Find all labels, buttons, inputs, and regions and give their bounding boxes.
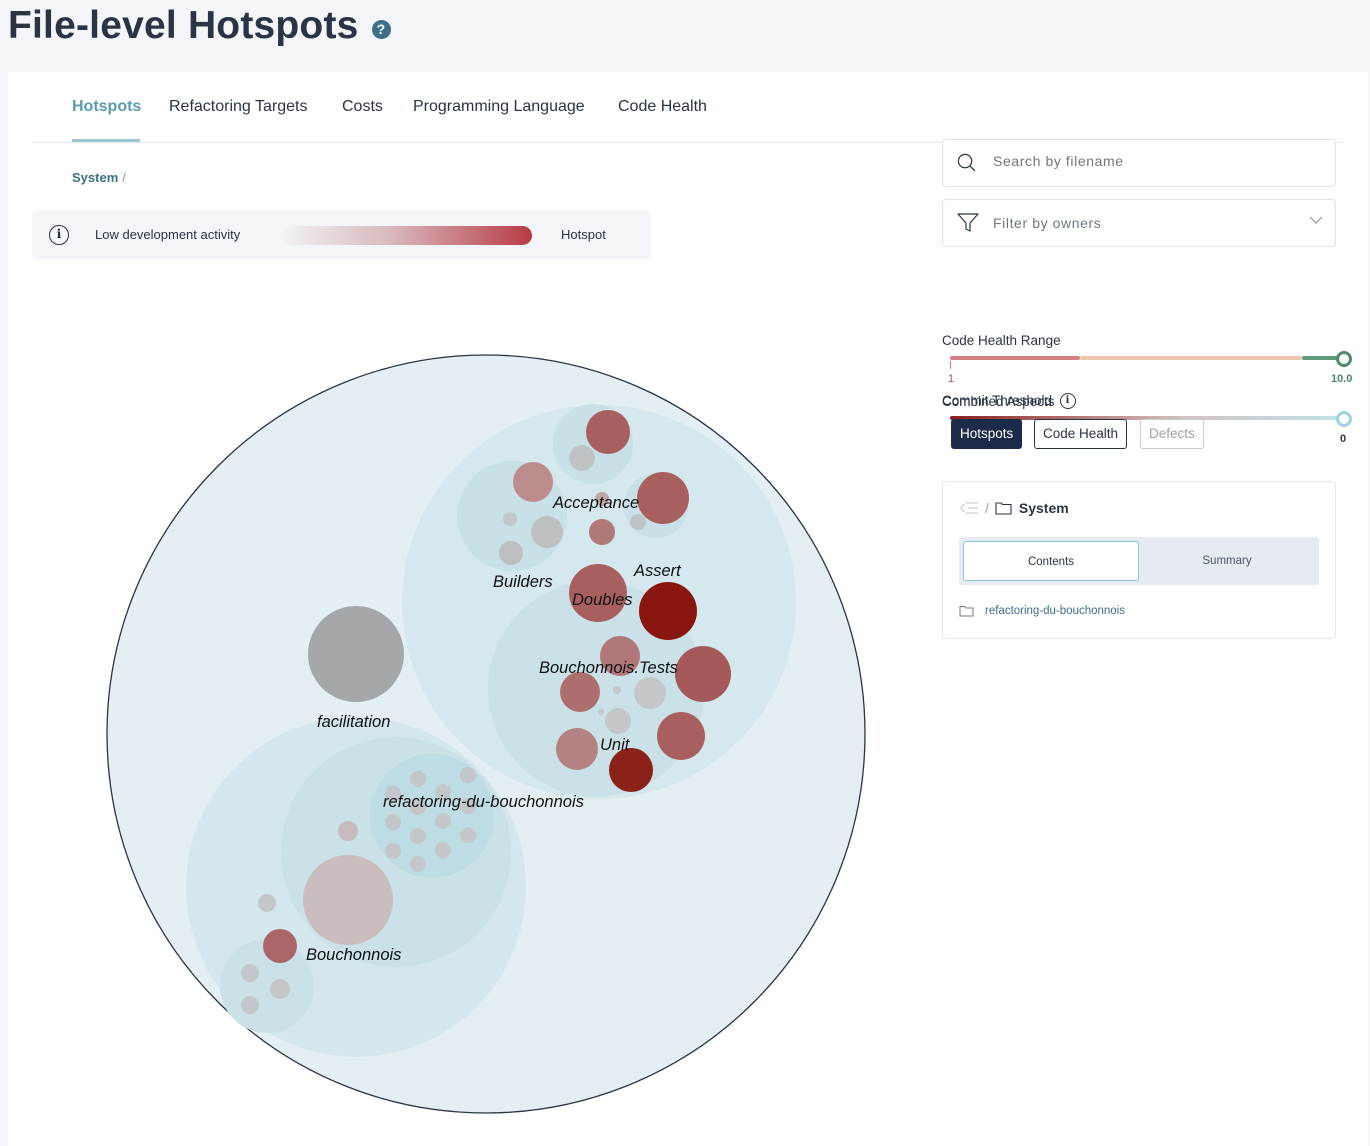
file-unit-6[interactable] xyxy=(613,686,621,694)
hotspot-legend: i Low development activity Hotspot xyxy=(32,210,651,260)
file-grid-dot[interactable] xyxy=(385,843,401,859)
code-health-track-yellow xyxy=(1080,356,1302,360)
file-bouchonnois-main[interactable] xyxy=(303,855,393,945)
file-acceptance-2[interactable] xyxy=(569,445,595,471)
tab-bar: Hotspots Refactoring Targets Costs Progr… xyxy=(32,72,1343,143)
label-root-folder: refactoring-du-bouchonnois xyxy=(383,793,584,811)
file-grid-dot[interactable] xyxy=(435,842,451,858)
legend-info-icon[interactable]: i xyxy=(49,225,69,245)
file-facilitation[interactable] xyxy=(308,606,404,702)
navigator-entry-folder[interactable]: refactoring-du-bouchonnois xyxy=(959,605,1125,617)
file-unit-7[interactable] xyxy=(598,709,604,715)
aspect-hotspots-button[interactable]: Hotspots xyxy=(951,419,1023,449)
commit-threshold-handle[interactable] xyxy=(1336,411,1352,427)
file-builders-3[interactable] xyxy=(499,541,523,565)
navigator-entry-label: refactoring-du-bouchonnois xyxy=(985,605,1126,617)
filter-icon xyxy=(957,213,979,232)
label-bouchonnois-tests: Bouchonnois.Tests xyxy=(539,659,678,677)
page-title-text: File-level Hotspots xyxy=(8,4,359,47)
tab-refactoring-targets[interactable]: Refactoring Targets xyxy=(169,98,307,116)
system-navigator: / System Contents Summary refactoring-du… xyxy=(942,481,1336,639)
tab-costs[interactable]: Costs xyxy=(342,98,383,116)
label-unit: Unit xyxy=(600,736,631,754)
file-grid-dot[interactable] xyxy=(410,771,426,787)
tab-contents[interactable]: Contents xyxy=(963,541,1139,581)
label-bouchonnois: Bouchonnois xyxy=(306,946,401,964)
navigator-view-toggle: Contents Summary xyxy=(959,537,1319,585)
code-health-track-green xyxy=(1302,356,1338,360)
file-unit-4[interactable] xyxy=(634,677,666,709)
file-unit-9[interactable] xyxy=(556,728,598,770)
label-facilitation: facilitation xyxy=(317,713,390,731)
tab-programming-language[interactable]: Programming Language xyxy=(413,98,585,116)
folder-icon xyxy=(995,502,1012,515)
label-builders: Builders xyxy=(493,573,553,591)
file-grid-dot[interactable] xyxy=(385,814,401,830)
file-grid-dot[interactable] xyxy=(410,828,426,844)
navigator-breadcrumb: / System xyxy=(959,500,1069,516)
code-health-track-red xyxy=(950,356,1080,360)
file-unit-3[interactable] xyxy=(560,672,600,712)
file-bouchonnois-e[interactable] xyxy=(241,996,259,1014)
filter-owners-select[interactable]: Filter by owners xyxy=(942,199,1336,247)
file-assert-2[interactable] xyxy=(630,514,646,530)
help-icon[interactable]: ? xyxy=(371,19,391,39)
breadcrumb: System / xyxy=(72,170,126,185)
commit-threshold-value: 0 xyxy=(1340,433,1347,445)
breadcrumb-system[interactable]: System xyxy=(72,170,118,185)
navigator-current-folder: System xyxy=(1018,500,1069,516)
code-health-range-label: Code Health Range xyxy=(942,333,1061,348)
file-builders-1[interactable] xyxy=(513,462,553,502)
file-tests-hot[interactable] xyxy=(639,582,697,640)
combined-aspects-label: Combined Aspects xyxy=(942,393,1055,409)
file-unit-hot[interactable] xyxy=(609,748,653,792)
search-input[interactable] xyxy=(993,153,1313,169)
tab-code-health[interactable]: Code Health xyxy=(618,98,707,116)
file-unit-8[interactable] xyxy=(657,712,705,760)
legend-gradient-bar xyxy=(282,226,532,245)
file-unit-2[interactable] xyxy=(675,646,731,702)
chevron-down-icon xyxy=(1309,216,1323,224)
code-health-max-handle[interactable] xyxy=(1336,351,1352,367)
search-filename xyxy=(942,139,1336,187)
tab-hotspots[interactable]: Hotspots xyxy=(72,98,141,116)
file-grid-dot[interactable] xyxy=(435,813,451,829)
file-unit-5[interactable] xyxy=(605,708,631,734)
page-title: File-level Hotspots ? xyxy=(8,4,391,48)
folder-icon xyxy=(959,606,974,617)
file-bouchonnois-hot[interactable] xyxy=(263,929,297,963)
hotspot-circle-pack[interactable]: Acceptance Builders Assert Doubles Bouch… xyxy=(96,344,876,1124)
file-acceptance-1[interactable] xyxy=(586,410,630,454)
tab-summary[interactable]: Summary xyxy=(1139,541,1315,581)
active-tab-indicator xyxy=(72,139,140,142)
aspect-code-health-button[interactable]: Code Health xyxy=(1034,419,1128,449)
file-bouchonnois-d[interactable] xyxy=(270,979,290,999)
legend-high-label: Hotspot xyxy=(561,227,606,242)
file-bouchonnois-b[interactable] xyxy=(258,894,276,912)
breadcrumb-separator: / xyxy=(122,170,126,185)
label-doubles: Doubles xyxy=(572,591,633,609)
label-acceptance: Acceptance xyxy=(552,494,639,512)
file-doubles-2[interactable] xyxy=(589,519,615,545)
code-health-min-value: 1 xyxy=(948,373,955,385)
file-builders-2[interactable] xyxy=(531,516,563,548)
combined-aspects-info-icon[interactable]: i xyxy=(1059,393,1076,409)
file-bouchonnois-c[interactable] xyxy=(241,964,259,982)
file-assert-1[interactable] xyxy=(637,472,689,524)
legend-low-label: Low development activity xyxy=(95,227,241,242)
search-icon xyxy=(957,153,976,172)
navigator-separator: / xyxy=(985,500,989,516)
file-bouchonnois-a[interactable] xyxy=(338,821,358,841)
filter-placeholder: Filter by owners xyxy=(993,215,1102,231)
label-assert: Assert xyxy=(633,562,682,580)
file-grid-dot[interactable] xyxy=(460,767,476,783)
file-grid-dot[interactable] xyxy=(410,856,426,872)
code-health-max-value: 10.0 xyxy=(1331,373,1353,385)
combined-aspects: Combined Aspects i xyxy=(942,393,1076,409)
file-grid-dot[interactable] xyxy=(460,827,476,843)
file-builders-4[interactable] xyxy=(503,512,517,526)
collapse-tree-icon[interactable] xyxy=(959,501,979,515)
code-health-min-handle[interactable] xyxy=(950,361,951,369)
aspect-defects-button[interactable]: Defects xyxy=(1140,419,1204,449)
